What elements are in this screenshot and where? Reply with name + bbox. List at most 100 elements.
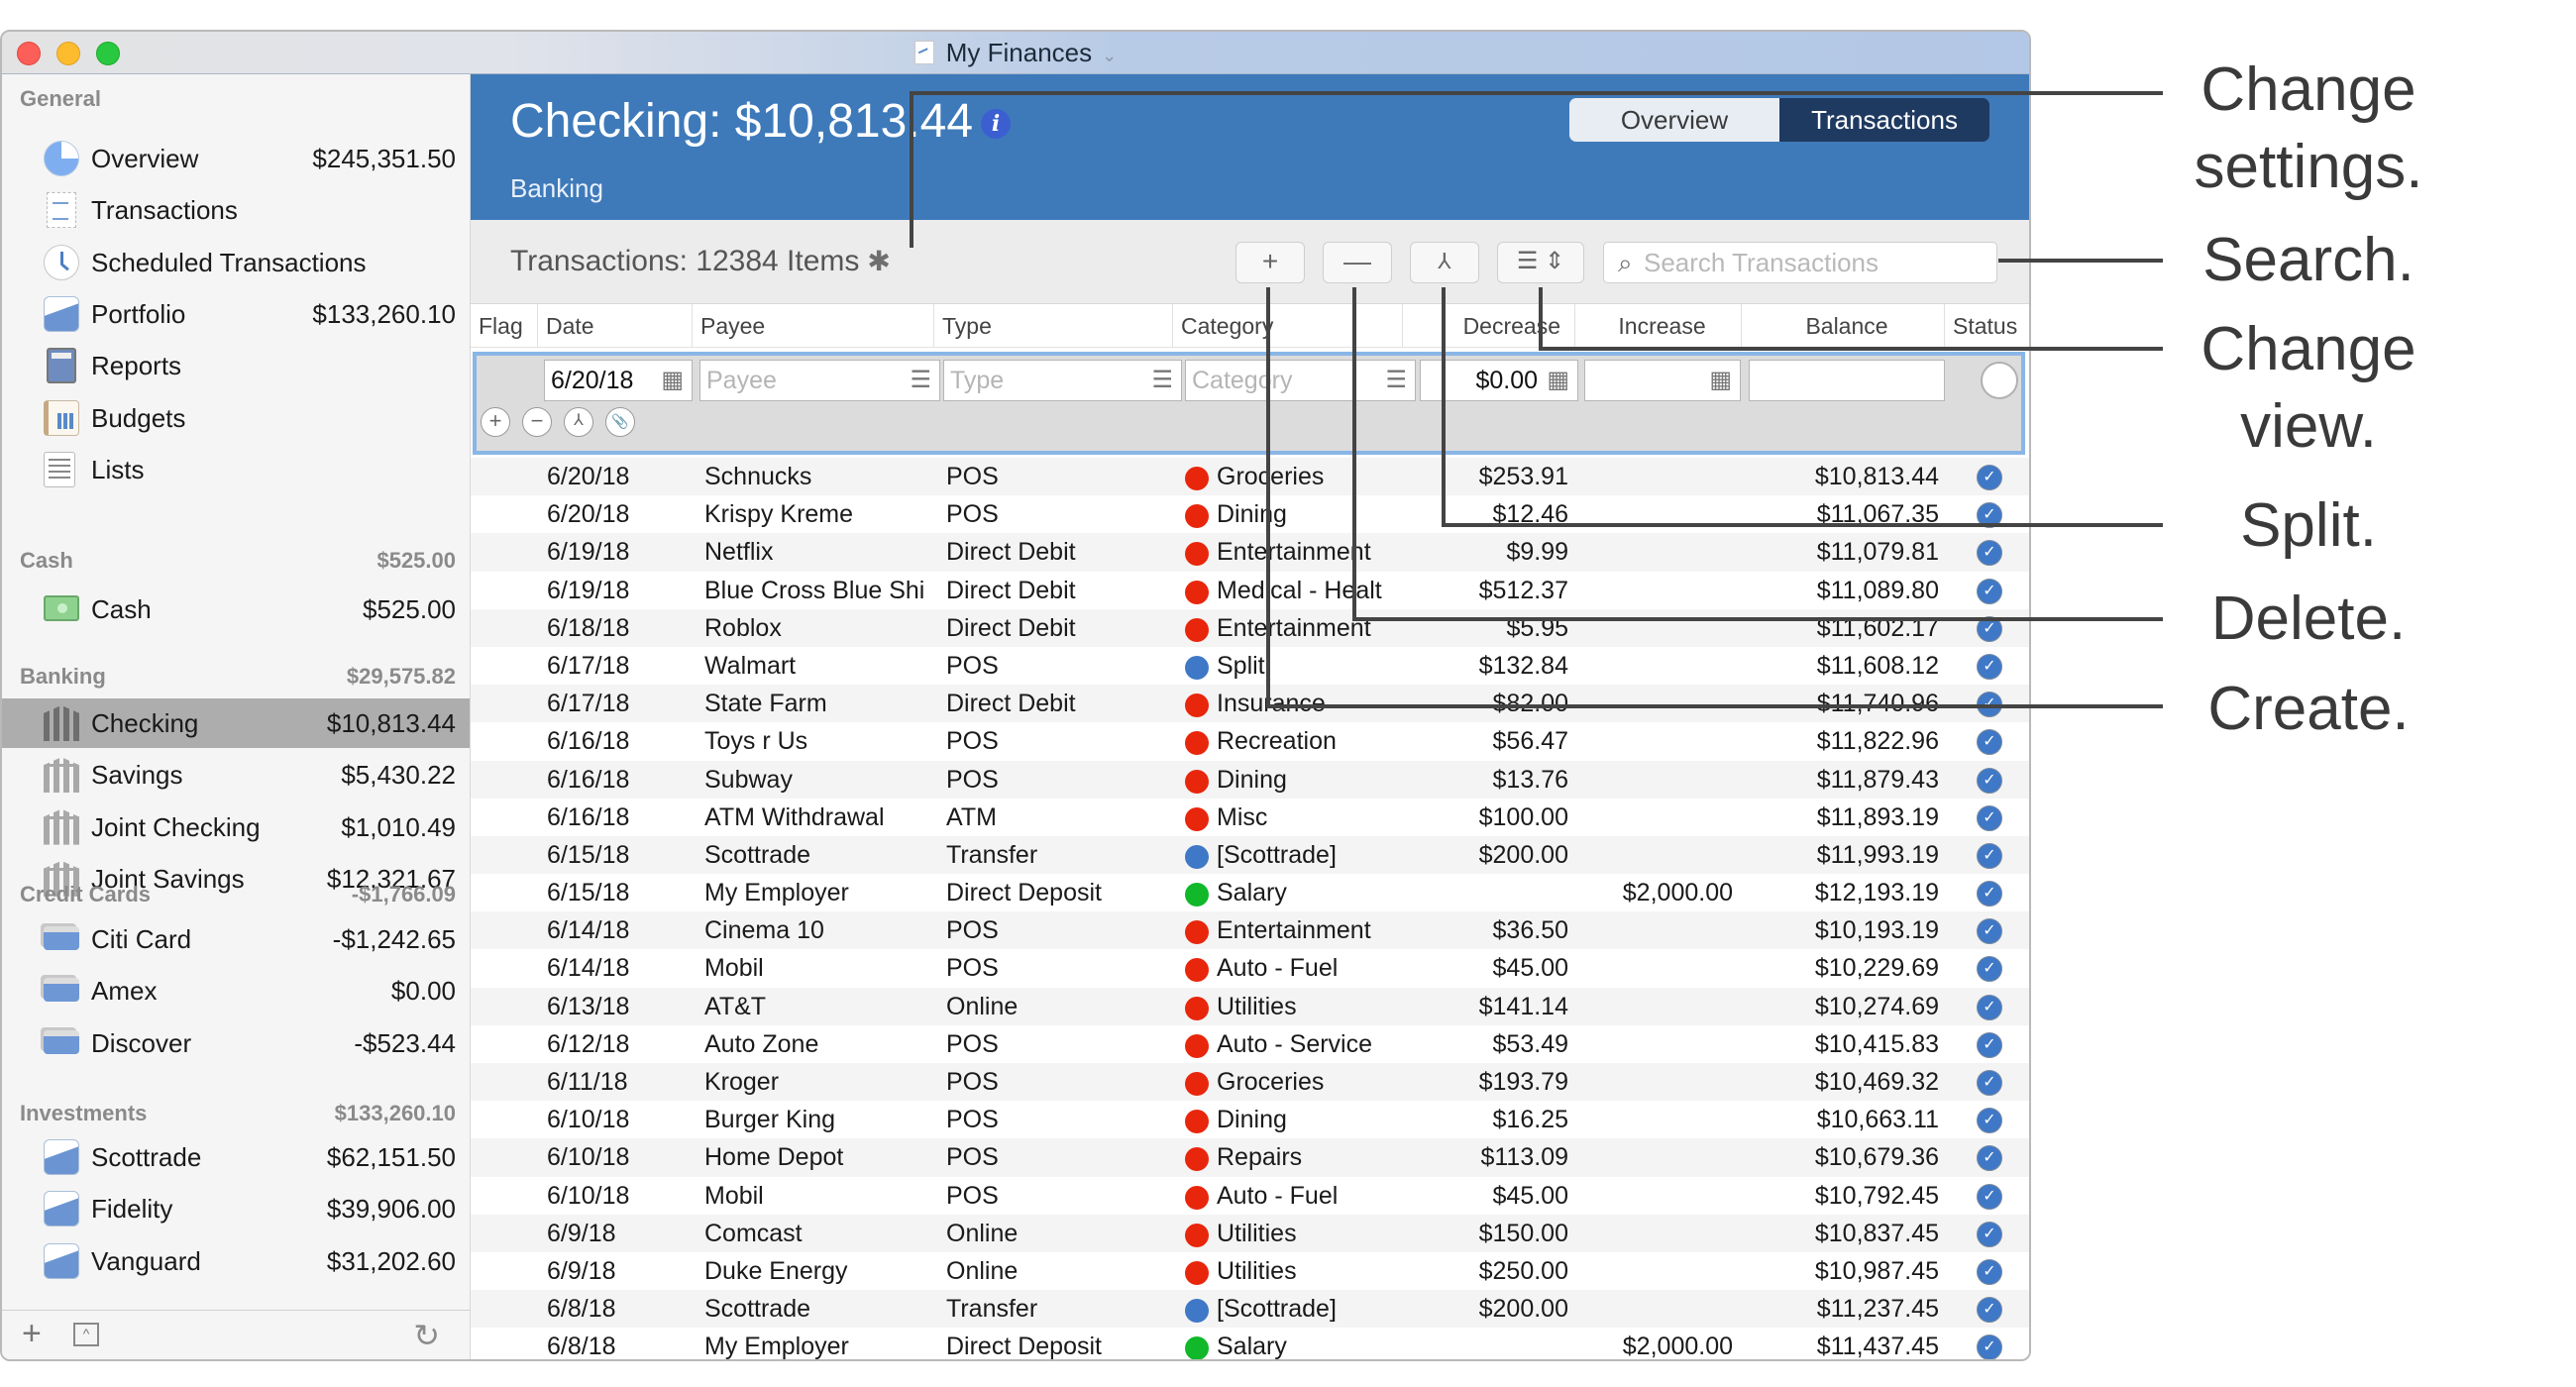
sidebar-section-header[interactable]: Credit Cards -$1,766.09: [20, 882, 456, 907]
cleared-check-icon[interactable]: ✓: [1977, 994, 2002, 1020]
window-title[interactable]: My Finances ⌄: [2, 38, 2029, 68]
table-row[interactable]: 6/14/18 Mobil POS Auto - Fuel $45.00 $10,229.…: [471, 949, 2029, 988]
sidebar-item-lists[interactable]: Lists: [2, 445, 470, 494]
cleared-check-icon[interactable]: ✓: [1977, 1145, 2002, 1172]
collapse-button[interactable]: ^: [73, 1323, 99, 1346]
cleared-check-icon[interactable]: ✓: [1977, 804, 2002, 831]
calendar-icon[interactable]: ▦: [661, 361, 684, 400]
cleared-check-icon[interactable]: ✓: [1977, 881, 2002, 907]
column-header-category[interactable]: Category: [1172, 304, 1273, 348]
table-row[interactable]: 6/13/18 AT&T Online Utilities $141.14 $10,274…: [471, 987, 2029, 1025]
sidebar-item-savings[interactable]: Savings $5,430.22: [2, 750, 470, 800]
column-header-balance[interactable]: Balance: [1741, 304, 1944, 348]
attach-button[interactable]: 📎: [605, 407, 635, 437]
sidebar-item-portfolio[interactable]: Portfolio $133,260.10: [2, 289, 470, 339]
table-row[interactable]: 6/9/18 Comcast Online Utilities $150.00 $10,8…: [471, 1214, 2029, 1252]
list-icon[interactable]: ☰: [1385, 361, 1407, 400]
list-icon[interactable]: ☰: [910, 361, 931, 400]
table-row[interactable]: 6/12/18 Auto Zone POS Auto - Service $53.49 $…: [471, 1024, 2029, 1063]
type-field[interactable]: Type ☰: [943, 360, 1182, 401]
column-header-type[interactable]: Type: [933, 304, 992, 348]
date-field[interactable]: 6/20/18 ▦: [544, 360, 693, 401]
delete-transaction-button[interactable]: —: [1323, 242, 1392, 283]
cleared-check-icon[interactable]: ✓: [1977, 1334, 2002, 1359]
cleared-check-icon[interactable]: ✓: [1977, 540, 2002, 567]
cleared-check-icon[interactable]: ✓: [1977, 1183, 2002, 1210]
cleared-check-icon[interactable]: ✓: [1977, 1070, 2002, 1096]
list-icon[interactable]: ☰: [1151, 361, 1173, 400]
cleared-check-icon[interactable]: ✓: [1977, 767, 2002, 794]
table-row[interactable]: 6/8/18 My Employer Direct Deposit Salary $2,…: [471, 1328, 2029, 1359]
sidebar-item-discover[interactable]: Discover -$523.44: [2, 1018, 470, 1068]
split-row-button[interactable]: ⅄: [564, 407, 593, 437]
table-row[interactable]: 6/17/18 Walmart POS Split $132.84 $11,608.12 ✓: [471, 646, 2029, 686]
cleared-check-icon[interactable]: ✓: [1977, 578, 2002, 604]
sidebar-item-checking[interactable]: Checking $10,813.44: [2, 698, 470, 748]
category-field[interactable]: Category ☰: [1185, 360, 1416, 401]
column-header-decrease[interactable]: Decrease: [1402, 304, 1574, 348]
sidebar-item-amex[interactable]: Amex $0.00: [2, 966, 470, 1015]
column-header-status[interactable]: Status: [1944, 304, 2017, 348]
calculator-icon[interactable]: ▦: [1709, 361, 1732, 400]
table-row[interactable]: 6/14/18 Cinema 10 POS Entertainment $36.50 $1…: [471, 911, 2029, 950]
table-row[interactable]: 6/19/18 Netflix Direct Debit Entertainment $…: [471, 533, 2029, 572]
cleared-check-icon[interactable]: ✓: [1977, 918, 2002, 945]
cleared-check-icon[interactable]: ✓: [1977, 1221, 2002, 1247]
chevron-down-icon[interactable]: ⌄: [1102, 46, 1117, 65]
calculator-icon[interactable]: ▦: [1547, 361, 1569, 400]
column-header-payee[interactable]: Payee: [692, 304, 765, 348]
sidebar-item-budgets[interactable]: Budgets: [2, 393, 470, 443]
table-row[interactable]: 6/15/18 Scottrade Transfer [Scottrade] $200.…: [471, 835, 2029, 875]
sidebar-section-header[interactable]: General: [20, 86, 456, 112]
table-row[interactable]: 6/10/18 Burger King POS Dining $16.25 $10,663…: [471, 1101, 2029, 1139]
cleared-check-icon[interactable]: ✓: [1977, 465, 2002, 490]
cleared-check-icon[interactable]: ✓: [1977, 1258, 2002, 1285]
sidebar-item-overview[interactable]: Overview $245,351.50: [2, 134, 470, 183]
table-row[interactable]: 6/11/18 Kroger POS Groceries $193.79 $10,469.…: [471, 1063, 2029, 1102]
sidebar-item-scottrade[interactable]: Scottrade $62,151.50: [2, 1132, 470, 1182]
sidebar-section-header[interactable]: Investments $133,260.10: [20, 1101, 456, 1126]
refresh-icon[interactable]: ↻: [413, 1317, 440, 1354]
gear-icon[interactable]: ✱: [867, 246, 890, 276]
sidebar-item-cash[interactable]: Cash $525.00: [2, 585, 470, 634]
sidebar-item-citi-card[interactable]: Citi Card -$1,242.65: [2, 914, 470, 964]
column-header-flag[interactable]: Flag: [471, 304, 523, 348]
sidebar-item-joint-checking[interactable]: Joint Checking $1,010.49: [2, 802, 470, 852]
sidebar-item-fidelity[interactable]: Fidelity $39,906.00: [2, 1184, 470, 1233]
column-header-increase[interactable]: Increase: [1574, 304, 1741, 348]
sidebar-item-scheduled-transactions[interactable]: Scheduled Transactions: [2, 238, 470, 287]
info-icon[interactable]: i: [981, 109, 1012, 139]
table-row[interactable]: 6/18/18 Roblox Direct Debit Entertainment $5…: [471, 608, 2029, 647]
column-header-date[interactable]: Date: [537, 304, 594, 348]
sidebar-section-header[interactable]: Banking $29,575.82: [20, 664, 456, 690]
cleared-check-icon[interactable]: ✓: [1977, 1031, 2002, 1058]
cleared-check-icon[interactable]: ✓: [1977, 1108, 2002, 1134]
change-view-button[interactable]: ☰ ⇕: [1497, 242, 1584, 283]
sidebar-item-reports[interactable]: Reports: [2, 341, 470, 390]
create-transaction-button[interactable]: +: [1235, 242, 1305, 283]
increase-field[interactable]: ▦: [1584, 360, 1741, 401]
split-transaction-button[interactable]: ⅄: [1410, 242, 1479, 283]
table-row[interactable]: 6/20/18 Schnucks POS Groceries $253.91 $10,81…: [471, 458, 2029, 496]
table-row[interactable]: 6/19/18 Blue Cross Blue Shi Direct Debit Me…: [471, 571, 2029, 609]
sidebar-section-header[interactable]: Cash $525.00: [20, 548, 456, 574]
sidebar-item-transactions[interactable]: Transactions: [2, 185, 470, 235]
cleared-check-icon[interactable]: ✓: [1977, 956, 2002, 983]
add-row-button[interactable]: +: [481, 407, 510, 437]
table-row[interactable]: 6/8/18 Scottrade Transfer [Scottrade] $200.0…: [471, 1290, 2029, 1329]
remove-row-button[interactable]: −: [522, 407, 552, 437]
table-row[interactable]: 6/16/18 Toys r Us POS Recreation $56.47 $11,8…: [471, 722, 2029, 761]
tab-transactions[interactable]: Transactions: [1779, 98, 1989, 142]
table-row[interactable]: 6/16/18 Subway POS Dining $13.76 $11,879.43 ✓: [471, 760, 2029, 799]
table-row[interactable]: 6/15/18 My Employer Direct Deposit Salary $2…: [471, 874, 2029, 912]
cleared-check-icon[interactable]: ✓: [1977, 842, 2002, 869]
table-row[interactable]: 6/20/18 Krispy Kreme POS Dining $12.46 $11,06…: [471, 495, 2029, 534]
tab-overview[interactable]: Overview: [1569, 98, 1779, 142]
table-row[interactable]: 6/16/18 ATM Withdrawal ATM Misc $100.00 $11,8…: [471, 798, 2029, 836]
payee-field[interactable]: Payee ☰: [699, 360, 940, 401]
table-row[interactable]: 6/10/18 Home Depot POS Repairs $113.09 $10,67…: [471, 1138, 2029, 1177]
cleared-check-icon[interactable]: ✓: [1977, 1297, 2002, 1324]
status-toggle[interactable]: [1981, 362, 2018, 399]
cleared-check-icon[interactable]: ✓: [1977, 729, 2002, 756]
table-row[interactable]: 6/10/18 Mobil POS Auto - Fuel $45.00 $10,792.…: [471, 1176, 2029, 1215]
